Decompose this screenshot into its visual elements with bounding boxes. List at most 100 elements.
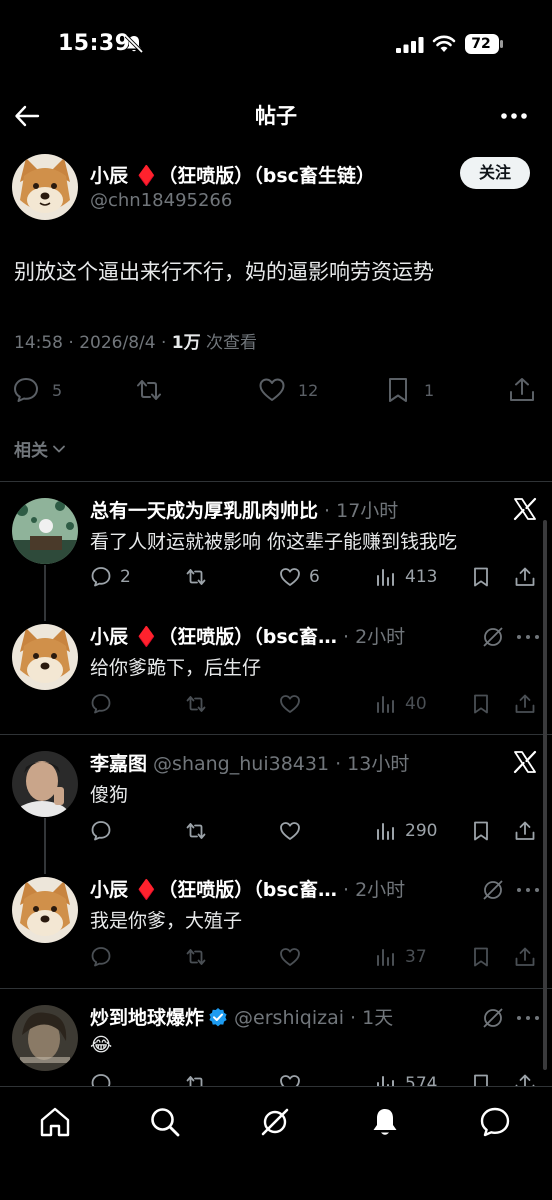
grok-icon[interactable] bbox=[480, 877, 506, 903]
home-icon[interactable] bbox=[38, 1105, 72, 1139]
like-action[interactable]: 12 bbox=[258, 372, 318, 408]
view-count: 1万 bbox=[171, 333, 201, 353]
share-action[interactable] bbox=[514, 942, 536, 972]
more-options-icon[interactable] bbox=[515, 624, 541, 650]
author-name[interactable]: 小辰 ♦️（狂喷版）（bsc畜生链） bbox=[90, 161, 375, 188]
like-action[interactable] bbox=[279, 689, 301, 719]
repost-action[interactable] bbox=[185, 816, 207, 846]
reply-text: 给你爹跪下，后生仔 bbox=[90, 657, 262, 679]
reply-actions: 2 6 413 bbox=[90, 562, 540, 592]
views-action[interactable]: 37 bbox=[375, 942, 427, 972]
more-options-icon[interactable] bbox=[515, 877, 541, 903]
scrollbar[interactable] bbox=[543, 520, 547, 1070]
share-action[interactable] bbox=[514, 562, 536, 592]
bookmark-icon bbox=[474, 694, 488, 714]
repost-action[interactable] bbox=[185, 689, 207, 719]
author-handle[interactable]: @chn18495266 bbox=[90, 190, 232, 211]
bookmark-action[interactable] bbox=[470, 689, 492, 719]
reply-author-name[interactable]: 小辰 ♦️（狂喷版）（bsc畜… bbox=[90, 879, 337, 901]
messages-icon[interactable] bbox=[478, 1105, 512, 1139]
like-action[interactable] bbox=[279, 942, 301, 972]
page-title: 帖子 bbox=[255, 104, 297, 128]
wifi-icon bbox=[432, 35, 456, 52]
like-count: 12 bbox=[298, 380, 319, 400]
post-text: 别放这个逼出来行不行，妈的逼影响劳资运势 bbox=[14, 260, 434, 284]
bookmark-action[interactable] bbox=[470, 942, 492, 972]
post-time: 14:58 · 2026/8/4 · bbox=[14, 333, 172, 353]
reply-text: 😂 bbox=[90, 1034, 113, 1056]
repost-icon bbox=[137, 380, 161, 400]
bookmark-icon bbox=[474, 567, 488, 587]
x-logo-icon[interactable] bbox=[512, 749, 538, 775]
divider bbox=[0, 481, 552, 482]
like-action[interactable] bbox=[279, 816, 301, 846]
thread-line bbox=[44, 565, 46, 621]
status-bar: 15:39 72 bbox=[0, 0, 552, 90]
views-action[interactable]: 40 bbox=[375, 689, 427, 719]
reply-icon bbox=[91, 947, 111, 967]
reply-handle-time: @ershiqizai · 1天 bbox=[228, 1007, 394, 1029]
view-count: 40 bbox=[405, 694, 427, 714]
more-options-icon[interactable] bbox=[515, 1005, 541, 1031]
views-action[interactable]: 290 bbox=[375, 816, 437, 846]
shiba-avatar[interactable] bbox=[12, 624, 78, 690]
shiba-avatar[interactable] bbox=[12, 877, 78, 943]
more-options-icon[interactable] bbox=[500, 106, 528, 126]
repost-action[interactable] bbox=[135, 372, 163, 408]
bookmark-action[interactable] bbox=[470, 816, 492, 846]
cellular-signal-icon bbox=[396, 37, 424, 53]
bell-off-icon bbox=[124, 34, 144, 54]
share-icon bbox=[515, 947, 535, 966]
views-label: 次查看 bbox=[200, 333, 258, 353]
view-count: 413 bbox=[405, 567, 438, 587]
bookmark-action[interactable]: 1 bbox=[384, 372, 434, 408]
share-icon bbox=[515, 567, 535, 586]
views-chart-icon bbox=[377, 696, 394, 713]
grok-icon[interactable] bbox=[480, 624, 506, 650]
reply-avatar[interactable] bbox=[12, 498, 78, 564]
reply-actions: 290 bbox=[90, 816, 540, 846]
like-action[interactable]: 6 bbox=[279, 562, 320, 592]
shiba-avatar[interactable] bbox=[12, 154, 78, 220]
views-chart-icon bbox=[377, 823, 394, 840]
bookmark-icon bbox=[474, 947, 488, 967]
share-action[interactable] bbox=[514, 816, 536, 846]
reply-timestamp: · 2小时 bbox=[336, 879, 406, 901]
reply-author-name[interactable]: 小辰 ♦️（狂喷版）（bsc畜… bbox=[90, 626, 337, 648]
divider bbox=[0, 988, 552, 989]
view-count: 290 bbox=[405, 821, 438, 841]
reply-text: 我是你爹，大殖子 bbox=[90, 910, 243, 932]
status-time: 15:39 bbox=[58, 31, 131, 56]
share-icon bbox=[515, 694, 535, 713]
reply-text: 傻狗 bbox=[90, 784, 129, 806]
reply-avatar[interactable] bbox=[12, 1005, 78, 1071]
bookmark-icon bbox=[474, 821, 488, 841]
share-action[interactable] bbox=[508, 372, 536, 408]
views-action[interactable]: 413 bbox=[375, 562, 437, 592]
bookmark-action[interactable] bbox=[470, 562, 492, 592]
repost-action[interactable] bbox=[185, 942, 207, 972]
reply-handle-time: @shang_hui38431 · 13小时 bbox=[147, 753, 410, 775]
reply-author-name[interactable]: 炒到地球爆炸 bbox=[90, 1007, 204, 1029]
x-logo-icon[interactable] bbox=[512, 496, 538, 522]
reply-author-name[interactable]: 李嘉图 bbox=[90, 753, 147, 775]
follow-button[interactable]: 关注 bbox=[460, 157, 530, 189]
bookmark-icon bbox=[389, 378, 407, 402]
repost-action[interactable] bbox=[185, 562, 207, 592]
reply-author-name[interactable]: 总有一天成为厚乳肌肉帅比 bbox=[90, 500, 318, 522]
reply-action[interactable] bbox=[90, 689, 112, 719]
post-actions: 5 12 1 bbox=[0, 372, 552, 408]
reply-icon bbox=[91, 821, 111, 841]
reply-action[interactable]: 2 bbox=[90, 562, 131, 592]
reply-action[interactable] bbox=[90, 816, 112, 846]
related-dropdown[interactable]: 相关 bbox=[14, 436, 66, 461]
grok-icon[interactable] bbox=[258, 1105, 292, 1139]
search-icon[interactable] bbox=[148, 1105, 182, 1139]
reply-action[interactable] bbox=[90, 942, 112, 972]
notifications-bell-icon[interactable] bbox=[368, 1105, 402, 1139]
grok-icon[interactable] bbox=[480, 1005, 506, 1031]
reply-icon bbox=[91, 694, 111, 714]
share-action[interactable] bbox=[514, 689, 536, 719]
reply-avatar[interactable] bbox=[12, 751, 78, 817]
reply-action[interactable]: 5 bbox=[12, 372, 62, 408]
